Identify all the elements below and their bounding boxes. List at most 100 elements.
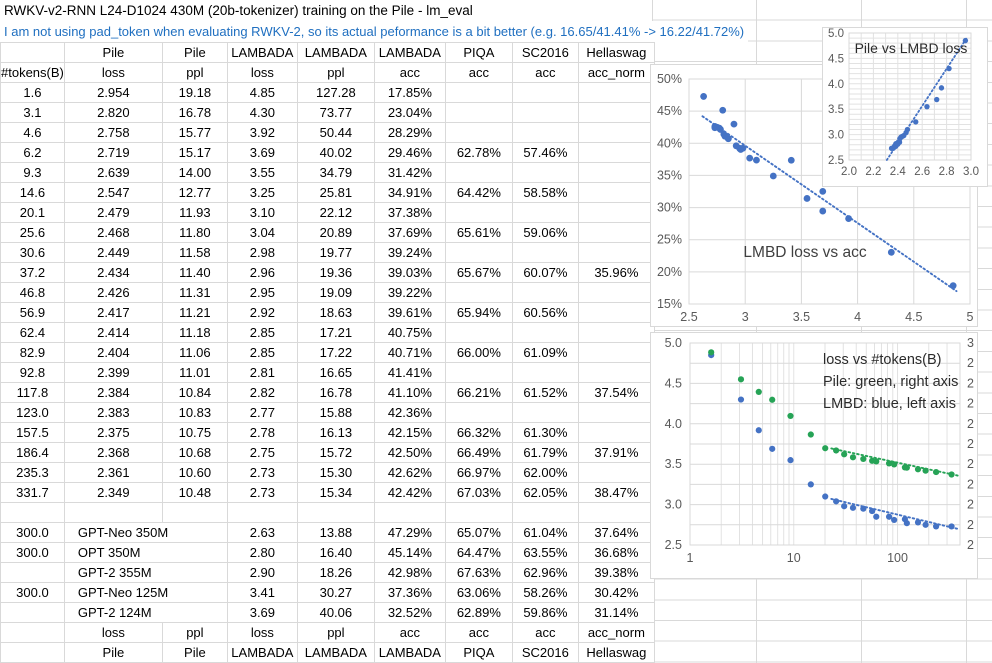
table-cell[interactable]: 2.85 [227,323,297,343]
table-cell[interactable]: 25.6 [1,223,65,243]
table-cell[interactable]: 2.719 [64,143,162,163]
table-cell[interactable]: PIQA [445,643,512,663]
table-cell[interactable]: 10.48 [162,483,227,503]
table-cell[interactable]: LAMBADA [227,43,297,63]
table-cell[interactable]: 50.44 [297,123,374,143]
table-cell[interactable]: 41.41% [374,363,445,383]
table-cell[interactable]: 2.404 [64,343,162,363]
table-cell[interactable]: 25.81 [297,183,374,203]
table-cell[interactable] [578,463,654,483]
table-cell[interactable]: 2.85 [227,343,297,363]
table-cell[interactable] [512,83,578,103]
table-cell[interactable] [578,283,654,303]
table-cell[interactable]: LAMBADA [297,43,374,63]
table-cell[interactable] [512,323,578,343]
table-cell[interactable]: 62.4 [1,323,65,343]
table-cell[interactable]: Pile [162,643,227,663]
table-cell[interactable]: SC2016 [512,43,578,63]
table-cell[interactable]: #tokens(B) [1,63,65,83]
table-cell[interactable]: 11.21 [162,303,227,323]
table-cell[interactable]: Pile [162,43,227,63]
table-cell[interactable]: 18.26 [297,563,374,583]
table-cell[interactable]: 35.96% [578,263,654,283]
table-cell[interactable]: 58.26% [512,583,578,603]
table-cell[interactable]: 2.375 [64,423,162,443]
table-cell[interactable] [445,123,512,143]
table-cell[interactable]: 37.54% [578,383,654,403]
table-cell[interactable]: 2.98 [227,243,297,263]
table-cell[interactable]: acc [374,63,445,83]
table-cell[interactable]: 67.63% [445,563,512,583]
table-cell[interactable]: 2.361 [64,463,162,483]
table-cell[interactable]: SC2016 [512,643,578,663]
table-cell[interactable]: 46.8 [1,283,65,303]
table-cell[interactable]: 2.78 [227,423,297,443]
table-cell[interactable]: 2.63 [227,523,297,543]
table-cell[interactable]: 3.92 [227,123,297,143]
table-cell[interactable]: 66.97% [445,463,512,483]
table-cell[interactable] [578,163,654,183]
table-cell[interactable]: 45.14% [374,543,445,563]
table-cell[interactable]: 64.47% [445,543,512,563]
table-cell[interactable]: 2.468 [64,223,162,243]
table-cell[interactable]: 15.88 [297,403,374,423]
table-cell[interactable]: 331.7 [1,483,65,503]
table-cell[interactable]: 2.758 [64,123,162,143]
table-cell[interactable]: 63.06% [445,583,512,603]
table-cell[interactable] [445,243,512,263]
table-cell[interactable]: 37.38% [374,203,445,223]
table-cell[interactable]: 37.91% [578,443,654,463]
table-cell[interactable]: 59.86% [512,603,578,623]
table-cell[interactable]: 4.30 [227,103,297,123]
table-cell[interactable] [578,183,654,203]
table-cell[interactable]: 37.69% [374,223,445,243]
table-cell[interactable]: 2.96 [227,263,297,283]
table-cell[interactable]: 40.75% [374,323,445,343]
table-cell[interactable] [445,83,512,103]
table-cell[interactable]: 2.434 [64,263,162,283]
table-cell[interactable] [374,503,445,523]
table-cell[interactable]: 28.29% [374,123,445,143]
table-cell[interactable]: 66.49% [445,443,512,463]
table-cell[interactable]: 47.29% [374,523,445,543]
table-cell[interactable]: 2.639 [64,163,162,183]
table-cell[interactable]: Hellaswag [578,643,654,663]
table-cell[interactable]: LAMBADA [297,643,374,663]
table-cell[interactable]: 15.34 [297,483,374,503]
table-cell[interactable]: 65.94% [445,303,512,323]
table-cell[interactable] [227,503,297,523]
table-cell[interactable]: 300.0 [1,543,65,563]
table-cell[interactable] [445,323,512,343]
table-cell[interactable]: 34.91% [374,183,445,203]
table-cell[interactable] [578,83,654,103]
table-cell[interactable]: 2.80 [227,543,297,563]
table-cell[interactable] [578,303,654,323]
table-cell[interactable]: loss [64,623,162,643]
table-cell[interactable]: 10.60 [162,463,227,483]
table-cell[interactable]: 3.25 [227,183,297,203]
table-cell[interactable]: 10.83 [162,403,227,423]
table-cell[interactable]: 60.07% [512,263,578,283]
table-cell[interactable]: 37.36% [374,583,445,603]
table-cell[interactable]: LAMBADA [227,643,297,663]
table-cell[interactable]: 19.09 [297,283,374,303]
table-cell[interactable]: 3.69 [227,143,297,163]
table-cell[interactable]: 42.62% [374,463,445,483]
table-cell[interactable] [64,503,162,523]
table-cell[interactable]: 2.479 [64,203,162,223]
table-cell[interactable]: acc [374,623,445,643]
table-cell[interactable]: acc [445,623,512,643]
table-cell[interactable]: 16.40 [297,543,374,563]
table-cell[interactable] [578,223,654,243]
table-cell[interactable] [512,403,578,423]
table-cell[interactable]: 66.32% [445,423,512,443]
table-cell[interactable]: Pile [64,643,162,663]
table-cell[interactable]: 92.8 [1,363,65,383]
table-cell[interactable]: 61.79% [512,443,578,463]
table-cell[interactable] [512,123,578,143]
table-cell[interactable]: 61.09% [512,343,578,363]
table-cell[interactable]: 2.81 [227,363,297,383]
table-cell[interactable]: 186.4 [1,443,65,463]
table-cell[interactable] [1,623,65,643]
sheet-note[interactable]: I am not using pad_token when evaluating… [4,21,748,42]
